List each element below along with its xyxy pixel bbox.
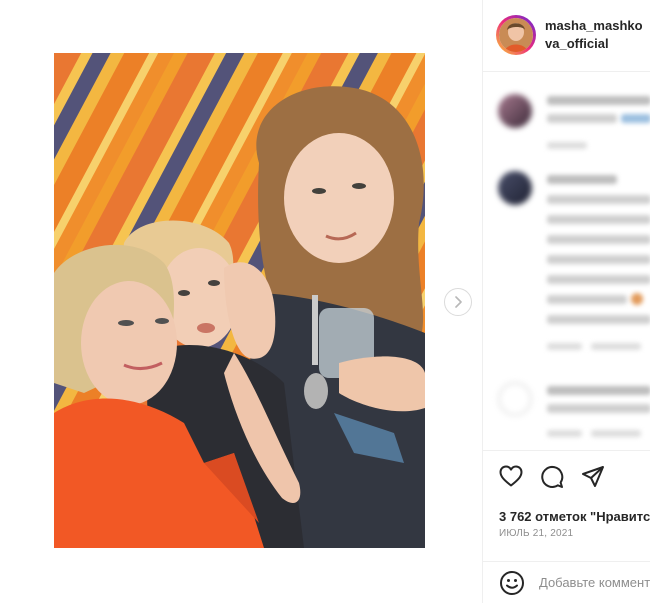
comment-blurred-text: [547, 215, 650, 224]
chevron-right-icon: [455, 296, 462, 308]
like-button[interactable]: [499, 465, 523, 492]
commenter-avatar[interactable]: [498, 382, 532, 416]
comment-blurred-text: [547, 175, 617, 184]
comment-blurred-text: [547, 195, 650, 204]
share-icon: [582, 466, 604, 487]
comment-item: [483, 82, 650, 162]
comment-blurred-meta: [547, 343, 582, 350]
comment-button[interactable]: [540, 465, 564, 494]
share-button[interactable]: [581, 465, 605, 494]
comment-item: [483, 372, 650, 450]
heart-icon: [499, 465, 523, 487]
next-photo-button[interactable]: [444, 288, 472, 316]
comment-blurred-text: [547, 404, 650, 413]
comments-list: [483, 72, 650, 450]
likes-count[interactable]: 3 762 отметок "Нравится": [499, 509, 650, 524]
emoji-icon: [500, 571, 524, 595]
media-panel: [0, 0, 482, 603]
comment-icon: [541, 466, 564, 488]
post-sidebar: masha_mashkova_official 3 762 отметок "Н…: [482, 0, 650, 603]
photo-illustration: [54, 53, 425, 548]
comment-blurred-text: [547, 315, 650, 324]
post-actions: 3 762 отметок "Нравится" ИЮЛЬ 21, 2021: [483, 450, 650, 602]
avatar-image: [499, 18, 533, 52]
comment-blurred-meta: [547, 142, 587, 149]
comment-blurred-text: [547, 295, 627, 304]
comment-blurred-text: [547, 235, 650, 244]
emoji-button[interactable]: [499, 570, 525, 601]
commenter-avatar[interactable]: [498, 94, 532, 128]
avatar-photo-icon: [499, 18, 533, 52]
post-header: masha_mashkova_official: [483, 0, 650, 72]
comment-blurred-meta: [591, 430, 641, 437]
comment-item: [483, 167, 650, 362]
comment-blurred-meta: [591, 343, 641, 350]
comment-blurred-emoji: [631, 293, 643, 305]
comment-blurred-text: [621, 114, 650, 123]
comment-blurred-meta: [547, 430, 582, 437]
post-date: ИЮЛЬ 21, 2021: [499, 528, 574, 539]
author-username[interactable]: masha_mashkova_official: [545, 17, 649, 53]
comment-blurred-text: [547, 255, 650, 264]
comment-composer: [483, 561, 650, 603]
post-photo[interactable]: [54, 53, 425, 548]
commenter-avatar[interactable]: [498, 171, 532, 205]
comment-blurred-text: [547, 386, 650, 395]
comment-blurred-text: [547, 114, 617, 123]
comment-blurred-text: [547, 96, 650, 105]
comment-input[interactable]: [539, 572, 650, 592]
comment-blurred-text: [547, 275, 650, 284]
author-avatar[interactable]: [496, 15, 536, 55]
